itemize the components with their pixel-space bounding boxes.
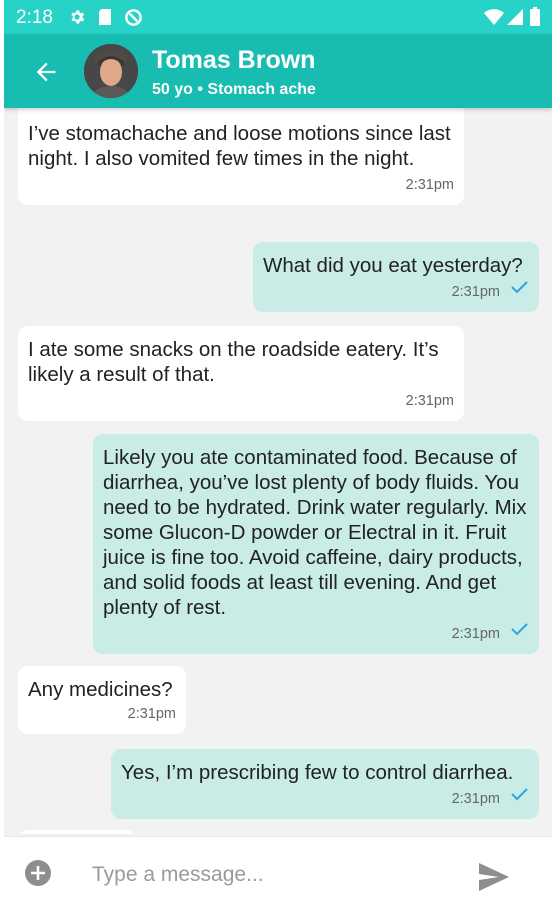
message-text: Likely you ate contaminated food. Becaus… (103, 446, 527, 619)
message-text: What did you eat yesterday? (263, 254, 523, 277)
sd-card-icon (97, 8, 113, 31)
outgoing-message: Likely you ate contaminated food. Becaus… (93, 434, 539, 654)
send-icon[interactable] (478, 863, 510, 891)
sync-icon (124, 8, 143, 32)
message-meta: 2:31pm (103, 622, 529, 644)
chat-header: Tomas Brown 50 yo • Stomach ache (4, 34, 552, 108)
battery-icon (530, 7, 540, 31)
status-time: 2:18 (16, 7, 53, 28)
read-check-icon (510, 622, 529, 642)
message-meta: 2:31pm (28, 391, 454, 411)
signal-icon (507, 9, 523, 30)
outgoing-message: Yes, I’m prescribing few to control diar… (111, 749, 539, 819)
outgoing-message: What did you eat yesterday? 2:31pm (253, 242, 539, 312)
add-icon[interactable] (24, 859, 52, 887)
gear-icon (68, 8, 86, 31)
read-check-icon (510, 787, 529, 807)
avatar[interactable] (84, 44, 138, 98)
message-meta: 2:31pm (263, 280, 529, 302)
message-text: Yes, I’m prescribing few to control diar… (121, 761, 514, 784)
message-time: 2:31pm (451, 626, 500, 642)
message-text: Any medicines? (28, 678, 173, 701)
message-text: I’ve stomachache and loose motions since… (28, 122, 451, 170)
incoming-message-partial (18, 830, 136, 834)
wifi-icon (484, 9, 504, 30)
back-arrow-icon[interactable] (32, 58, 60, 86)
message-time: 2:31pm (405, 177, 454, 193)
message-meta: 2:31pm (121, 787, 529, 809)
contact-subtitle: 50 yo • Stomach ache (152, 81, 316, 98)
incoming-message: Any medicines? 2:31pm (18, 666, 186, 734)
message-input[interactable] (90, 857, 454, 893)
message-time: 2:31pm (451, 284, 500, 300)
message-meta: 2:31pm (28, 175, 454, 195)
message-list[interactable]: I’ve stomachache and loose motions since… (4, 108, 552, 834)
read-check-icon (510, 280, 529, 300)
app-frame: 2:18 Tomas Brown 50 yo • Stomach ache I’… (4, 0, 552, 914)
message-composer (4, 836, 552, 914)
incoming-message: I’ve stomachache and loose motions since… (18, 108, 464, 205)
message-text: I ate some snacks on the roadside eatery… (28, 338, 439, 386)
message-time: 2:31pm (405, 393, 454, 409)
contact-name: Tomas Brown (152, 46, 316, 74)
incoming-message: I ate some snacks on the roadside eatery… (18, 326, 464, 421)
message-meta: 2:31pm (28, 704, 176, 724)
status-bar: 2:18 (4, 0, 552, 34)
message-time: 2:31pm (127, 706, 176, 722)
message-time: 2:31pm (451, 791, 500, 807)
